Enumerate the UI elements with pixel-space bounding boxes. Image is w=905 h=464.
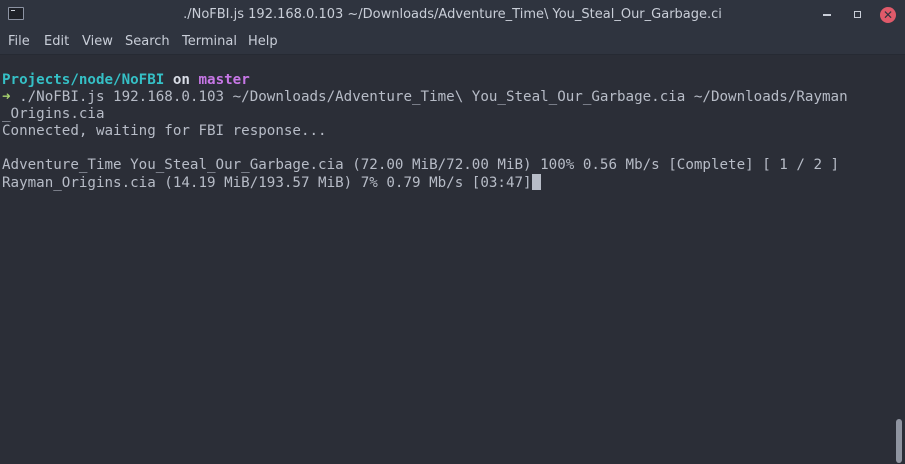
title-bar[interactable]: ./NoFBI.js 192.168.0.103 ~/Downloads/Adv… [0, 0, 905, 30]
output-transfer-complete: Adventure_Time You_Steal_Our_Garbage.cia… [2, 157, 840, 173]
prompt-path: Projects/node/NoFBI [2, 72, 165, 88]
menu-edit[interactable]: Edit [44, 34, 69, 50]
prompt-arrow-icon: ➜ [2, 89, 11, 105]
prompt-line: Projects/node/NoFBI on master [2, 72, 250, 89]
terminal-window: ./NoFBI.js 192.168.0.103 ~/Downloads/Adv… [0, 0, 905, 464]
text-cursor [531, 174, 541, 190]
output-connected: Connected, waiting for FBI response... [2, 123, 327, 139]
menu-search[interactable]: Search [125, 34, 170, 50]
menu-view[interactable]: View [82, 34, 113, 50]
close-button[interactable]: ✕ [879, 6, 897, 24]
close-icon: ✕ [880, 7, 896, 23]
window-title: ./NoFBI.js 192.168.0.103 ~/Downloads/Adv… [183, 7, 722, 22]
command-line: ➜ ./NoFBI.js 192.168.0.103 ~/Downloads/A… [2, 89, 848, 106]
maximize-icon [854, 11, 861, 18]
maximize-button[interactable] [848, 6, 866, 24]
git-branch: master [198, 72, 250, 88]
command-wrap: _Origins.cia [2, 106, 105, 122]
transfer-progress-text: Rayman_Origins.cia (14.19 MiB/193.57 MiB… [2, 175, 532, 191]
menu-bar: File Edit View Search Terminal Help [0, 30, 905, 55]
menu-file[interactable]: File [8, 34, 30, 50]
menu-help[interactable]: Help [248, 34, 278, 50]
output-transfer-progress: Rayman_Origins.cia (14.19 MiB/193.57 MiB… [2, 174, 541, 192]
minimize-icon [823, 14, 831, 16]
scrollbar-thumb[interactable] [896, 419, 902, 463]
command-text: ./NoFBI.js 192.168.0.103 ~/Downloads/Adv… [19, 89, 848, 105]
minimize-button[interactable] [818, 6, 836, 24]
menu-terminal[interactable]: Terminal [182, 34, 237, 50]
terminal-output[interactable]: Projects/node/NoFBI on master ➜ ./NoFBI.… [0, 55, 893, 464]
prompt-on: on [172, 72, 190, 88]
scrollbar[interactable] [893, 55, 905, 464]
